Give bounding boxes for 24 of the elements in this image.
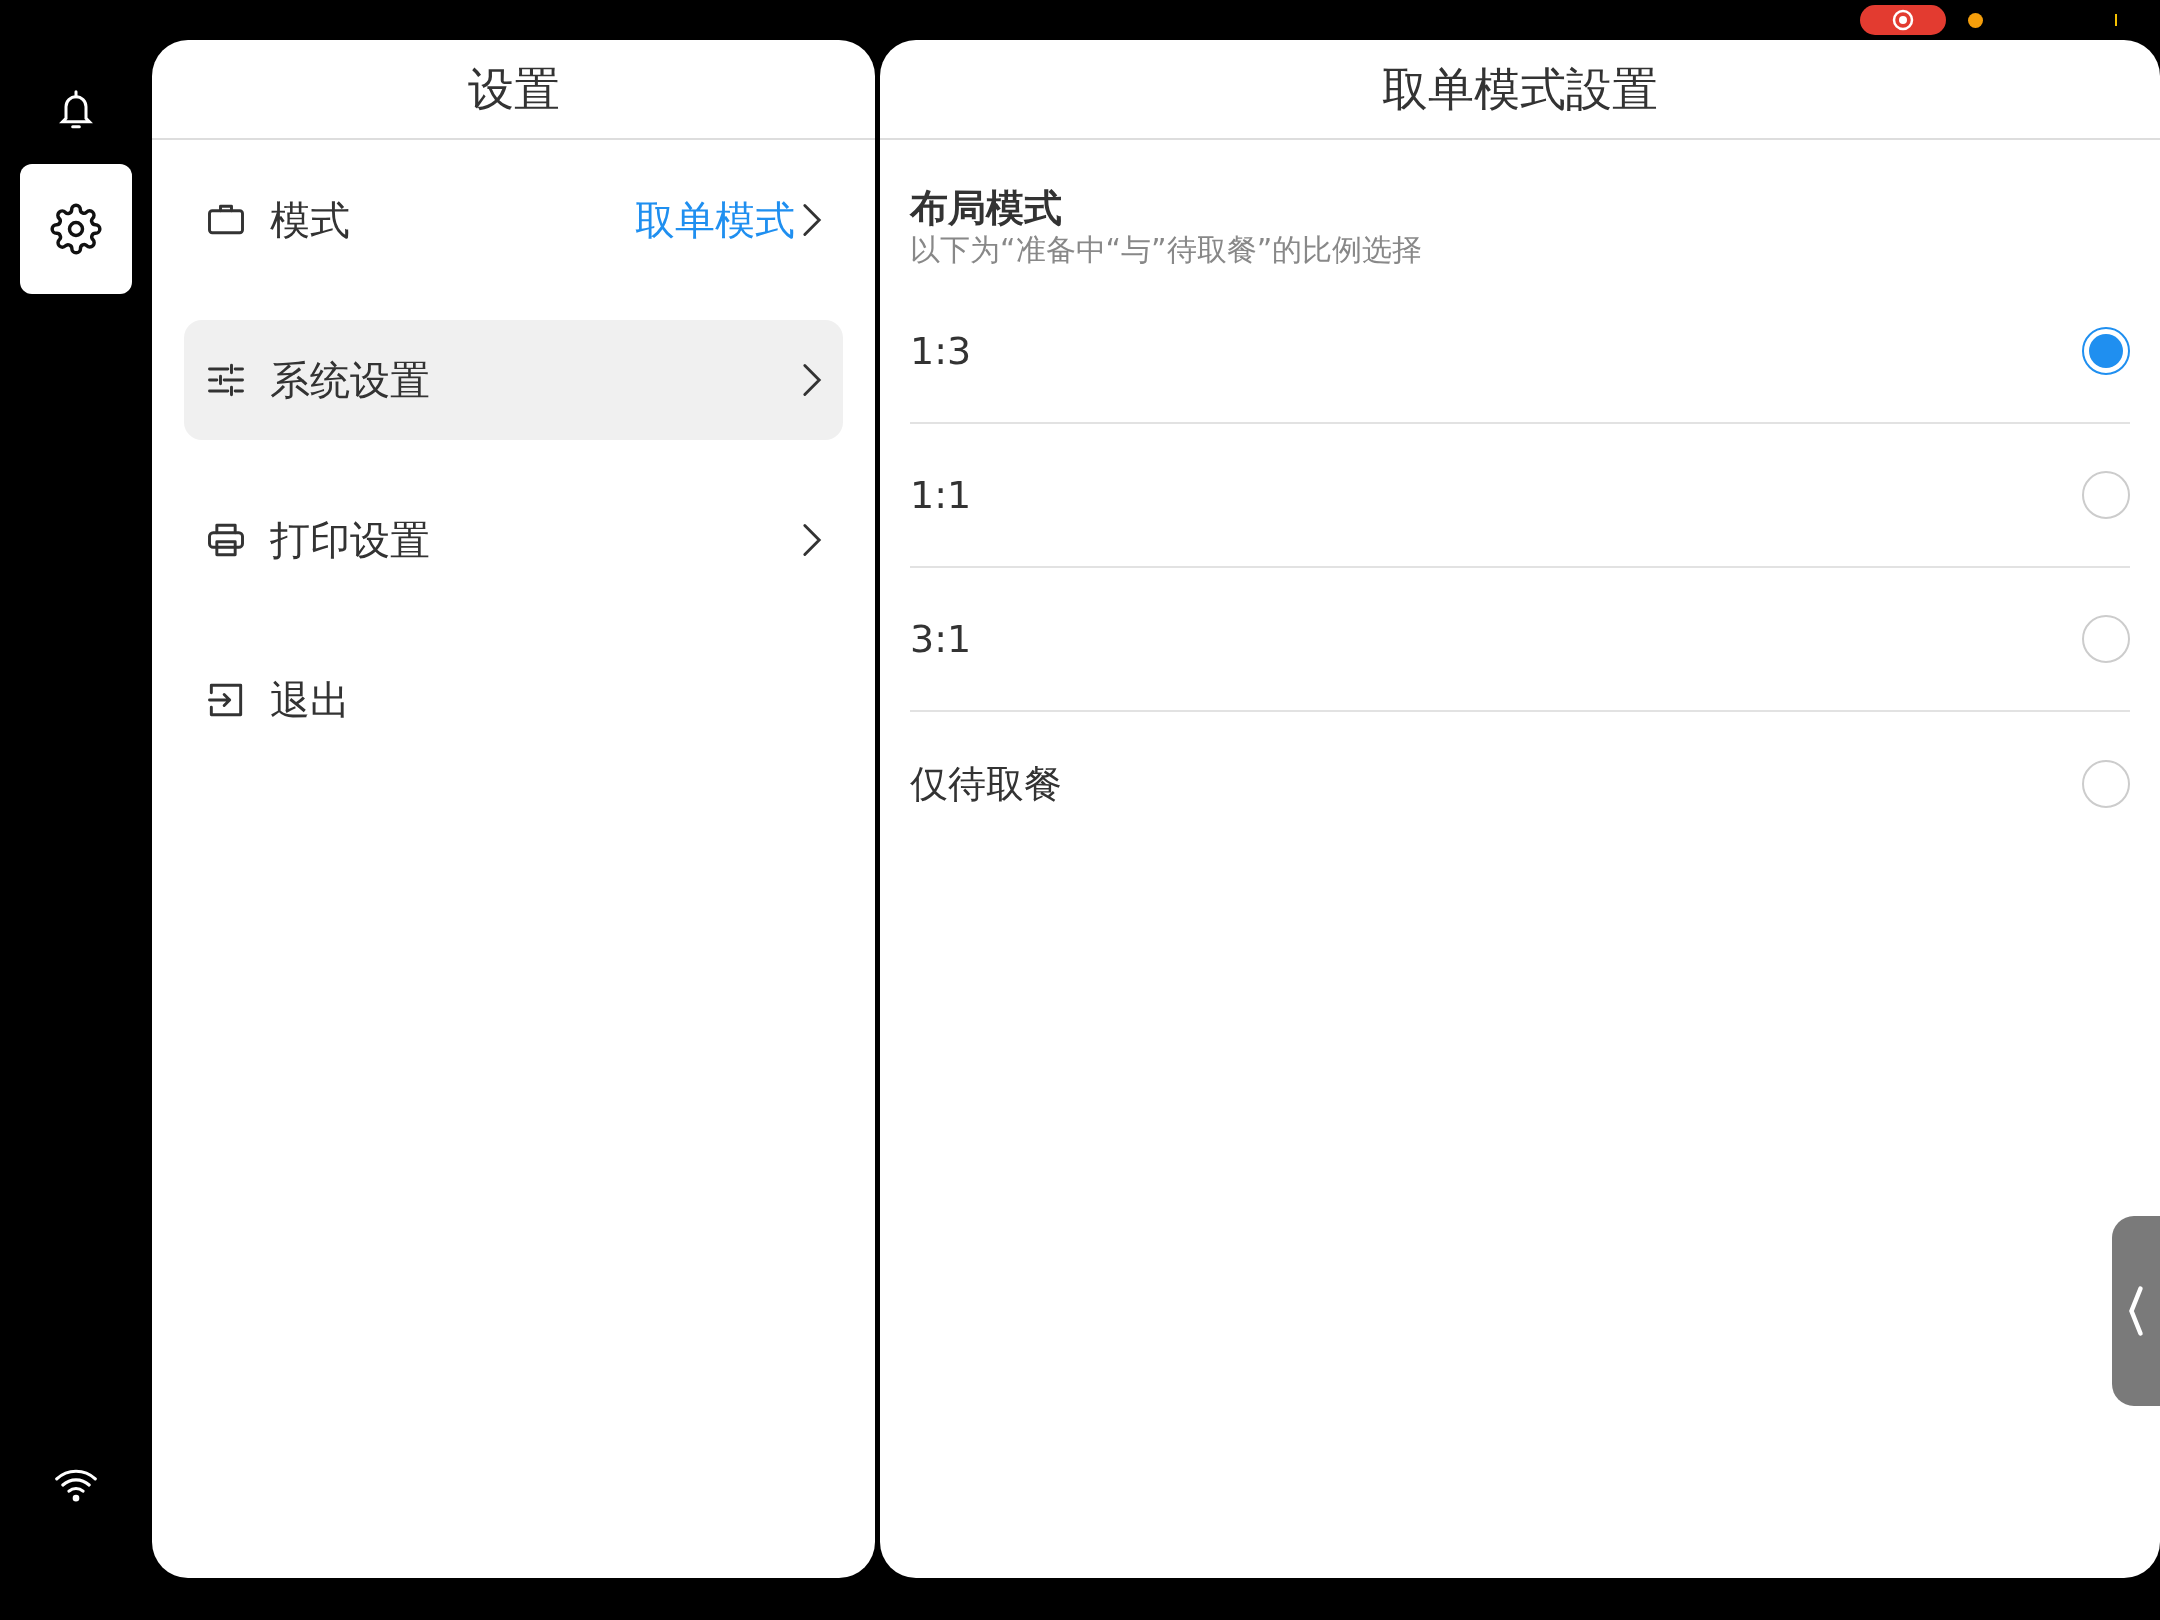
side-handle[interactable] xyxy=(2112,1216,2160,1406)
option-label: 仅待取餐 xyxy=(910,760,1063,808)
wifi-icon xyxy=(55,1468,97,1502)
menu-label: 打印设置 xyxy=(270,516,430,565)
panel-title: 设置 xyxy=(467,60,560,118)
option-label: 1:1 xyxy=(910,471,973,519)
settings-button[interactable] xyxy=(20,164,132,294)
settings-menu-item[interactable]: 系统设置 xyxy=(184,320,843,440)
record-icon xyxy=(1892,9,1914,31)
section-title: 布局模式 xyxy=(910,186,1063,230)
option-label: 3:1 xyxy=(910,615,973,663)
section-subtitle: 以下为“准备中“与”待取餐”的比例选择 xyxy=(910,231,1424,269)
radio-button[interactable] xyxy=(2082,760,2130,808)
menu-label: 系统设置 xyxy=(270,356,430,405)
menu-label: 模式 xyxy=(270,196,350,245)
menu-value: 取单模式 xyxy=(635,196,795,245)
option-label: 1:3 xyxy=(910,327,973,375)
panel-title: 取单模式設置 xyxy=(1382,60,1658,118)
radio-button[interactable] xyxy=(2082,327,2130,375)
menu-label: 退出 xyxy=(270,676,350,725)
settings-icon xyxy=(50,203,102,255)
radio-button[interactable] xyxy=(2082,471,2130,519)
radio-button[interactable] xyxy=(2082,615,2130,663)
chevron-left-icon xyxy=(2127,1284,2145,1338)
